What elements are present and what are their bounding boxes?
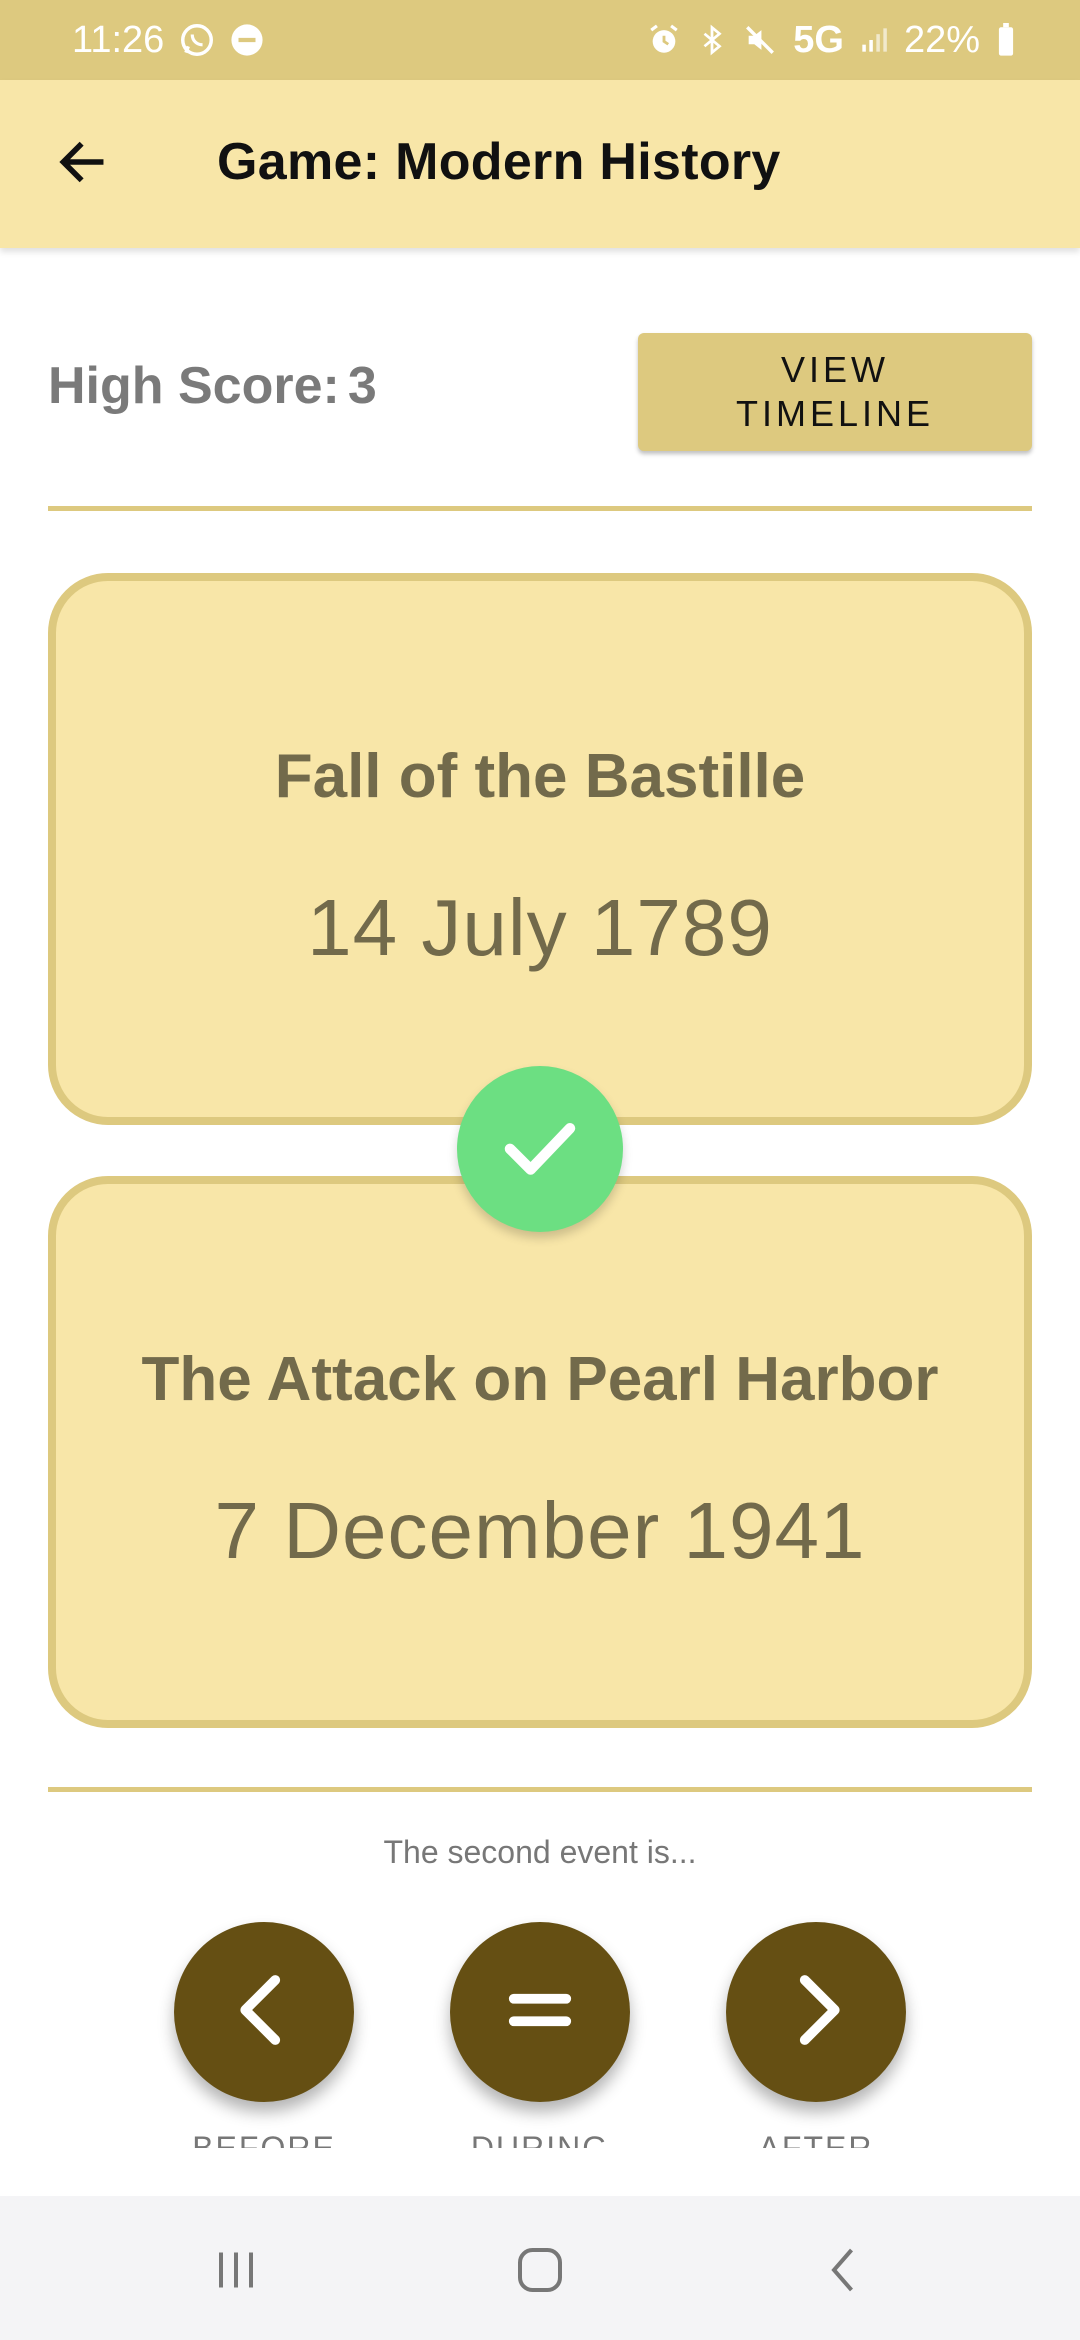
chevron-right-icon: [771, 1965, 861, 2060]
after-label: AFTER: [758, 2130, 874, 2148]
home-button[interactable]: [480, 2232, 600, 2312]
signal-icon: [860, 25, 888, 55]
whatsapp-icon: [178, 21, 216, 59]
correct-badge: [457, 1066, 623, 1232]
chevron-left-icon: [219, 1965, 309, 2060]
high-score: High Score: 3: [48, 356, 377, 416]
arrow-back-icon: [54, 134, 110, 195]
before-button[interactable]: [174, 1922, 354, 2102]
status-bar: 11:26 5G 22%: [0, 0, 1080, 80]
recent-apps-icon: [206, 2240, 266, 2305]
status-left: 11:26: [72, 19, 264, 62]
chevron-left-icon: [814, 2240, 874, 2305]
recent-apps-button[interactable]: [176, 2232, 296, 2312]
event-date: 7 December 1941: [214, 1486, 866, 1575]
check-icon: [495, 1102, 585, 1197]
view-timeline-button[interactable]: VIEW TIMELINE: [638, 333, 1032, 451]
system-back-button[interactable]: [784, 2232, 904, 2312]
status-right: 5G 22%: [647, 19, 1016, 62]
game-screen: 11:26 5G 22% Game: Modern History High S…: [0, 0, 1080, 2340]
event-title: Fall of the Bastille: [274, 742, 806, 811]
app-bar: Game: Modern History: [0, 80, 1080, 248]
during-button[interactable]: [450, 1922, 630, 2102]
event-card-first: Fall of the Bastille 14 July 1789: [48, 573, 1032, 1125]
event-title: The Attack on Pearl Harbor: [141, 1345, 939, 1414]
after-button[interactable]: [726, 1922, 906, 2102]
alarm-icon: [647, 23, 681, 57]
event-card-second: The Attack on Pearl Harbor 7 December 19…: [48, 1176, 1032, 1728]
question-prompt: The second event is...: [383, 1834, 697, 1870]
home-icon: [510, 2240, 570, 2305]
battery-icon: [996, 23, 1016, 57]
bluetooth-icon: [697, 23, 727, 57]
back-button[interactable]: [42, 124, 122, 204]
top-divider: [48, 506, 1032, 511]
mute-icon: [743, 23, 777, 57]
event-date: 14 July 1789: [307, 883, 773, 972]
battery-percent: 22%: [903, 18, 980, 61]
high-score-label: High Score:: [48, 357, 340, 415]
network-label: 5G: [793, 18, 844, 61]
equals-icon: [495, 1965, 585, 2060]
during-label: DURING: [470, 2130, 610, 2148]
bottom-divider: [48, 1787, 1032, 1792]
do-not-disturb-icon: [230, 23, 264, 57]
page-title: Game: Modern History: [217, 133, 781, 191]
high-score-value: 3: [347, 357, 377, 415]
before-label: BEFORE: [192, 2130, 336, 2148]
system-nav-bar: [0, 2196, 1080, 2340]
status-time: 11:26: [72, 18, 165, 61]
